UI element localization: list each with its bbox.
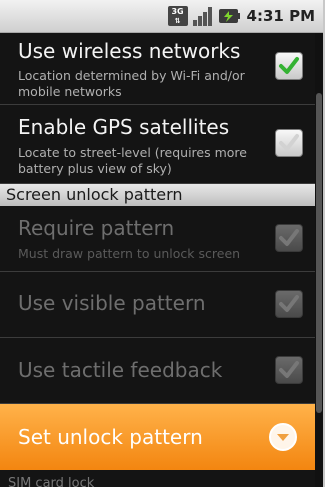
chevron-down-icon (269, 423, 297, 451)
clock-time: 4:31 PM (246, 7, 315, 25)
network-type-label: 3G (171, 7, 184, 16)
wireless-networks-checkbox[interactable] (275, 52, 303, 80)
network-type-icon: 3G ⇅ (167, 6, 188, 26)
setting-row-wireless-networks[interactable]: Use wireless networks Location determine… (0, 33, 315, 105)
setting-row-gps-satellites[interactable]: Enable GPS satellites Locate to street-l… (0, 105, 315, 184)
tactile-feedback-checkbox[interactable] (275, 356, 303, 384)
status-bar: 3G ⇅ 4:31 PM (0, 0, 323, 33)
setting-row-set-unlock-pattern[interactable]: Set unlock pattern (0, 404, 315, 471)
setting-title: Use tactile feedback (18, 358, 223, 382)
status-icons: 3G ⇅ 4:31 PM (167, 4, 315, 28)
setting-title: Use wireless networks (18, 39, 241, 63)
scrollbar-thumb[interactable] (316, 93, 322, 413)
setting-title: Use visible pattern (18, 291, 206, 315)
checkmark-icon (279, 229, 299, 246)
setting-row-tactile-feedback[interactable]: Use tactile feedback (0, 338, 315, 404)
setting-title: Enable GPS satellites (18, 115, 230, 139)
setting-summary: Must draw pattern to unlock screen (18, 246, 241, 261)
scrollbar[interactable] (315, 33, 323, 487)
setting-title: Require pattern (18, 216, 175, 240)
setting-summary: Location determined by Wi-Fi and/or mobi… (18, 68, 245, 99)
checkmark-icon (279, 57, 299, 74)
require-pattern-checkbox[interactable] (275, 224, 303, 252)
section-header: Screen unlock pattern (0, 184, 315, 206)
checkmark-icon (279, 295, 299, 312)
next-setting-peek: SIM card lock (0, 470, 315, 487)
battery-charging-icon (218, 9, 240, 23)
setting-summary: Locate to street-level (requires more ba… (18, 145, 247, 176)
signal-bars-icon (192, 7, 212, 26)
setting-row-require-pattern[interactable]: Require pattern Must draw pattern to unl… (0, 206, 315, 272)
settings-list: Use wireless networks Location determine… (0, 33, 315, 471)
checkmark-icon (279, 134, 299, 151)
phone-screen: 3G ⇅ 4:31 PM Use wireless networks Locat… (0, 0, 325, 487)
visible-pattern-checkbox[interactable] (275, 290, 303, 318)
setting-title: Set unlock pattern (18, 425, 203, 449)
setting-row-visible-pattern[interactable]: Use visible pattern (0, 272, 315, 338)
gps-satellites-checkbox[interactable] (275, 129, 303, 157)
next-setting-title: SIM card lock (8, 476, 95, 487)
checkmark-icon (279, 361, 299, 378)
